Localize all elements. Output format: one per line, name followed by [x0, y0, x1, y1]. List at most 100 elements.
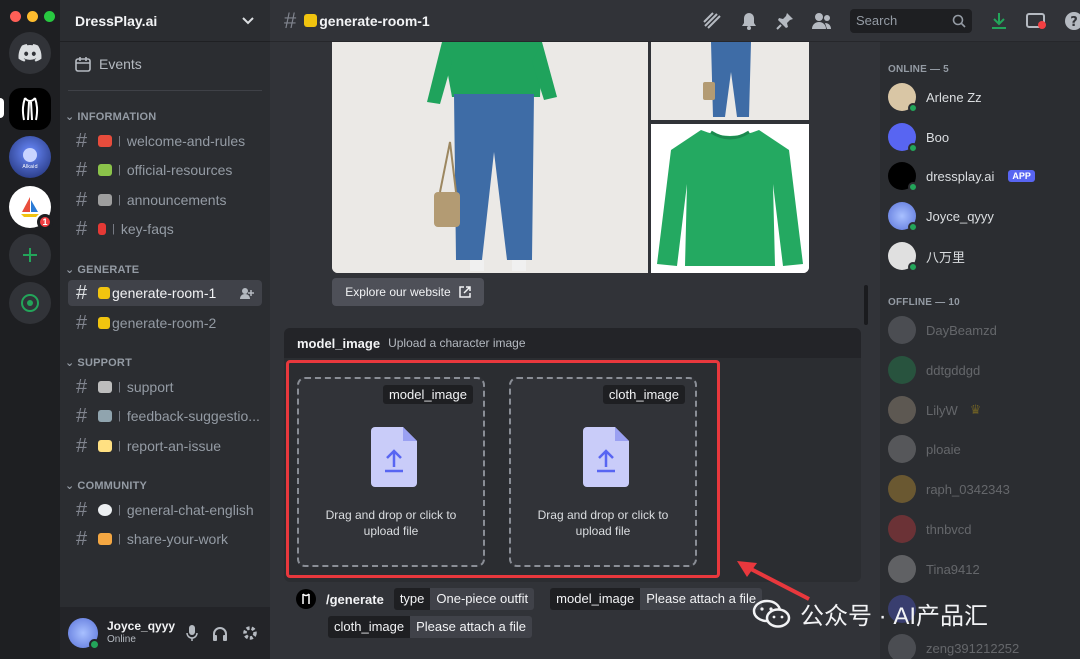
member-item[interactable]: ddtgddgd — [888, 354, 980, 386]
channel-sidebar: DressPlay.ai Events ⌄ INFORMATION # | welco… — [60, 0, 270, 659]
channel-resources[interactable]: # | official-resources — [68, 157, 262, 183]
username: Joyce_qyyy — [107, 619, 176, 633]
dart-emoji-icon — [98, 135, 112, 147]
events-item[interactable]: Events — [75, 56, 142, 72]
cloth-image-dropzone[interactable]: cloth_image Drag and drop or click to up… — [509, 377, 697, 567]
bell-icon[interactable] — [740, 12, 758, 30]
speech-bubble-emoji-icon — [98, 504, 112, 516]
member-item[interactable]: zeng391212252 — [888, 632, 1019, 659]
home-button[interactable] — [9, 32, 51, 74]
scrollbar[interactable] — [864, 285, 868, 325]
explore-website-button[interactable]: Explore our website — [332, 278, 484, 306]
channel-label: official-resources — [126, 162, 233, 178]
separator: | — [112, 223, 115, 235]
separator: | — [118, 194, 121, 206]
chip-model-image[interactable]: model_image Please attach a file — [550, 588, 763, 610]
separator: | — [118, 410, 121, 422]
avatar — [888, 202, 918, 232]
avatar — [888, 396, 916, 424]
channel-general[interactable]: # | general-chat-english — [68, 497, 262, 523]
search-input[interactable]: Search — [850, 8, 972, 33]
channel-faqs[interactable]: # | key-faqs — [68, 216, 262, 242]
hash-icon: # — [76, 498, 88, 521]
category-community[interactable]: ⌄ COMMUNITY — [65, 479, 147, 493]
member-item[interactable]: 八万里 — [888, 240, 965, 272]
explore-servers-button[interactable] — [9, 282, 51, 324]
server-sailing[interactable]: 1 — [9, 186, 53, 230]
member-item[interactable]: thnbvcd — [888, 513, 972, 545]
dropzone-tag: cloth_image — [602, 385, 685, 404]
category-generate[interactable]: ⌄ GENERATE — [65, 263, 139, 277]
member-name: DayBeamzd — [926, 322, 997, 338]
window-controls — [10, 11, 55, 22]
channel-welcome[interactable]: # | welcome-and-rules — [68, 128, 262, 154]
model-photo[interactable] — [332, 42, 648, 273]
category-information[interactable]: ⌄ INFORMATION — [65, 110, 156, 124]
crown-icon: ♛ — [969, 402, 982, 417]
divider — [68, 90, 262, 91]
member-item[interactable]: Tina9412 — [888, 553, 980, 585]
separator: | — [118, 381, 121, 393]
channel-announcements[interactable]: # | announcements — [68, 187, 262, 213]
server-dressplay[interactable] — [9, 88, 51, 130]
chip-cloth-image[interactable]: cloth_image Please attach a file — [328, 616, 532, 638]
threads-icon[interactable] — [702, 11, 722, 30]
member-item[interactable]: Joyce_qyyy — [888, 200, 994, 232]
add-member-icon[interactable] — [240, 287, 254, 299]
maximize-window-button[interactable] — [44, 11, 55, 22]
add-server-button[interactable] — [9, 234, 51, 276]
member-item[interactable]: dressplay.ai APP — [888, 160, 1035, 192]
avatar[interactable] — [68, 618, 100, 650]
member-item[interactable]: DayBeamzd — [888, 314, 997, 346]
sweater-photo[interactable] — [651, 124, 809, 273]
channel-support[interactable]: # | support — [68, 374, 262, 400]
chevron-down-icon: ⌄ — [65, 264, 75, 276]
download-icon[interactable] — [990, 12, 1008, 30]
chip-type[interactable]: type One-piece outfit — [393, 588, 535, 610]
member-name: ploaie — [926, 441, 961, 457]
category-support[interactable]: ⌄ SUPPORT — [65, 356, 132, 370]
member-item[interactable]: LilyW ♛ — [888, 394, 981, 426]
server-alkaid[interactable]: Alkaid — [9, 136, 51, 178]
svg-text:Alkaid: Alkaid — [22, 164, 37, 170]
online-status-icon — [908, 222, 918, 232]
minimize-window-button[interactable] — [27, 11, 38, 22]
help-icon[interactable]: ? — [1064, 11, 1080, 31]
model-image-dropzone[interactable]: model_image Drag and drop or click to up… — [297, 377, 485, 567]
chip-value: One-piece outfit — [430, 588, 535, 610]
channel-generate-room-2[interactable]: # generate-room-2 — [68, 310, 262, 336]
chevron-down-icon: ⌄ — [65, 357, 75, 369]
channel-label: support — [126, 379, 174, 395]
model-back-photo[interactable] — [651, 42, 809, 120]
channel-header: # generate-room-1 Search ? — [270, 0, 1080, 42]
external-link-icon — [458, 286, 471, 298]
channel-feedback[interactable]: # | feedback-suggestio... — [68, 403, 262, 429]
headphones-icon[interactable] — [212, 626, 228, 641]
search-icon — [952, 14, 966, 28]
avatar — [888, 515, 916, 543]
command-input[interactable]: /generate type One-piece outfit model_ima… — [296, 588, 768, 638]
settings-gear-icon[interactable] — [242, 625, 258, 641]
separator: | — [118, 135, 121, 147]
channel-share[interactable]: # | share-your-work — [68, 526, 262, 552]
member-item[interactable]: raph_0342343 — [888, 473, 1010, 505]
guild-header[interactable]: DressPlay.ai — [60, 0, 270, 42]
search-placeholder: Search — [856, 13, 898, 28]
hash-icon: # — [76, 434, 88, 457]
separator: | — [118, 440, 121, 452]
channel-report[interactable]: # | report-an-issue — [68, 433, 262, 459]
pin-icon[interactable] — [776, 12, 794, 30]
member-item[interactable]: Boo — [888, 121, 949, 153]
channel-label: generate-room-2 — [112, 315, 217, 331]
inbox-icon[interactable] — [1026, 12, 1046, 30]
member-item[interactable]: Arlene Zz — [888, 81, 982, 113]
watermark-text: 公众号 · AI产品汇 — [800, 603, 989, 630]
member-item[interactable]: ploaie — [888, 433, 961, 465]
close-window-button[interactable] — [10, 11, 21, 22]
channel-generate-room-1[interactable]: # generate-room-1 — [68, 280, 262, 306]
chevron-down-icon: ⌄ — [65, 480, 75, 492]
books-emoji-icon — [98, 164, 112, 176]
microphone-icon[interactable] — [186, 625, 198, 641]
hash-icon: # — [76, 404, 88, 427]
member-list-icon[interactable] — [812, 12, 832, 30]
